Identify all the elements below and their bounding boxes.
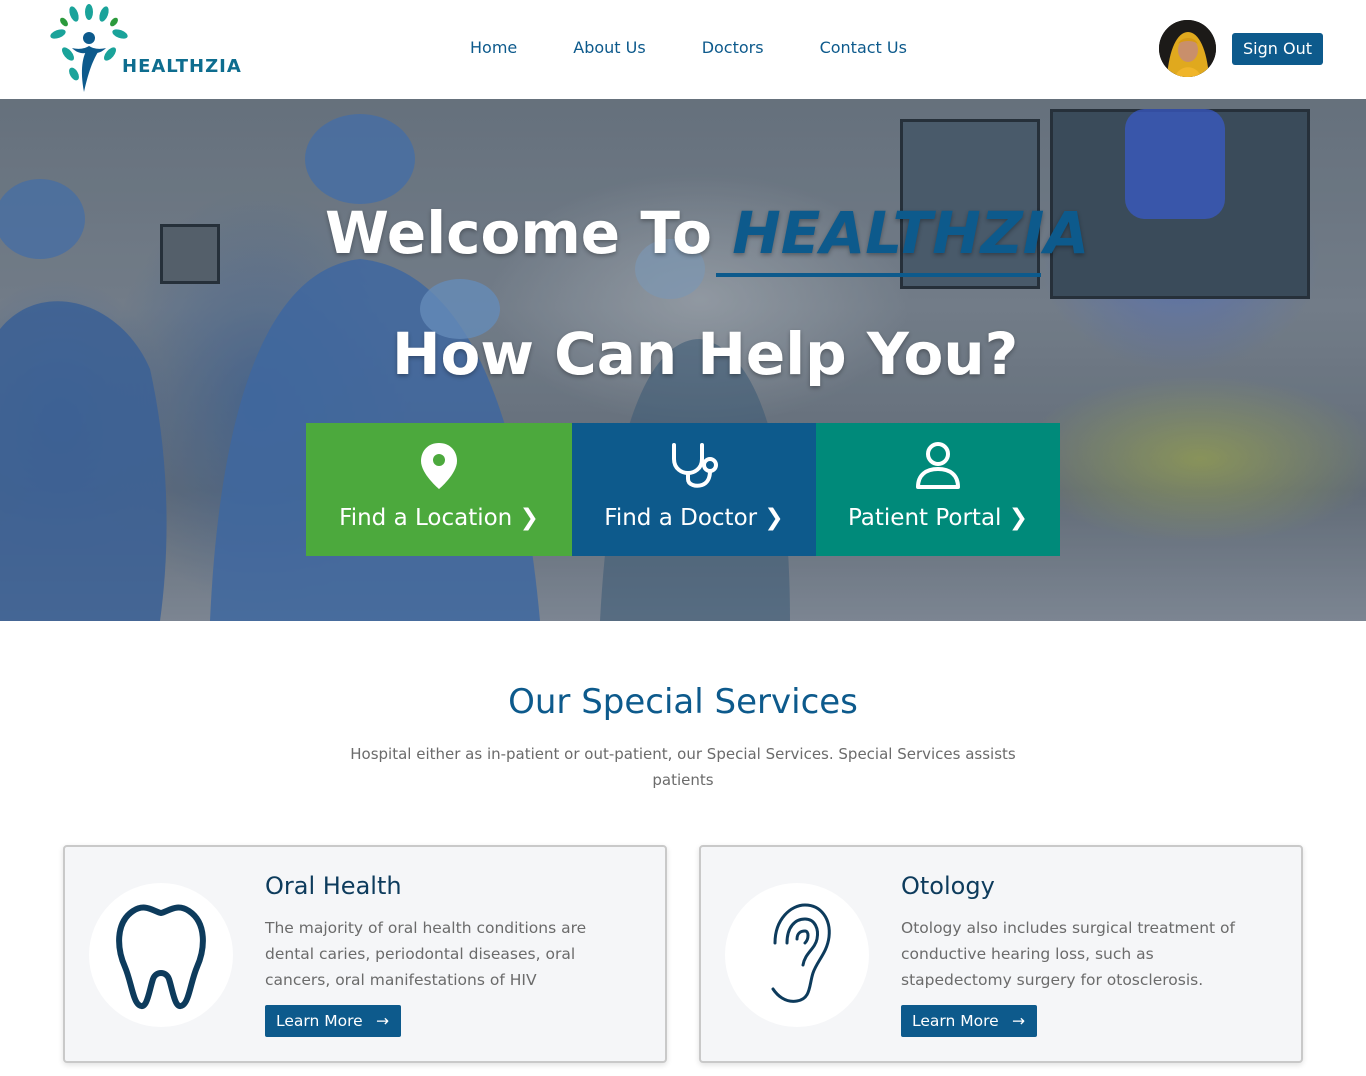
hero-welcome-prefix: Welcome To: [325, 199, 733, 267]
service-description: The majority of oral health conditions a…: [265, 919, 587, 989]
hero-brand-name: HEALTHZIA: [732, 199, 1090, 267]
learn-more-label: Learn More: [912, 1012, 999, 1030]
chevron-right-icon: ❯: [1008, 505, 1029, 531]
arrow-right-icon: →: [376, 1012, 389, 1030]
logo-text: HEALTHZIA: [122, 56, 242, 77]
service-card-oral-health: Oral Health The majority of oral health …: [63, 845, 667, 1063]
sign-out-button[interactable]: Sign Out: [1232, 33, 1323, 65]
service-description: Otology also includes surgical treatment…: [901, 919, 1235, 989]
healthzia-logo[interactable]: HEALTHZIA: [44, 4, 244, 96]
services-heading: Our Special Services: [508, 682, 858, 722]
learn-more-button[interactable]: Learn More →: [265, 1005, 401, 1037]
nav-home[interactable]: Home: [470, 38, 517, 58]
service-icon-circle: [89, 883, 233, 1027]
patient-portal-label: Patient Portal: [847, 505, 1002, 531]
user-icon: [916, 442, 960, 489]
find-location-tile[interactable]: Find a Location ❯: [306, 423, 572, 556]
nav-doctors[interactable]: Doctors: [702, 38, 764, 58]
hero-question-heading: How Can Help You?: [392, 320, 1019, 388]
patient-portal-tile[interactable]: Patient Portal ❯: [816, 423, 1060, 556]
tree-logo-icon: [50, 4, 128, 92]
service-card-otology: Otology Otology also includes surgical t…: [699, 845, 1303, 1063]
hero-banner: Welcome To HEALTHZIA How Can Help You? F…: [0, 99, 1366, 621]
nav-contact-us[interactable]: Contact Us: [820, 38, 907, 58]
hero-brand-underline: [716, 273, 1041, 277]
ear-icon: [771, 903, 831, 1003]
service-title: Oral Health: [265, 872, 402, 900]
hero-welcome-heading: Welcome To HEALTHZIA: [325, 199, 1089, 267]
service-title: Otology: [901, 872, 995, 900]
stethoscope-icon: [672, 443, 718, 488]
chevron-right-icon: ❯: [764, 505, 784, 531]
nav-about-us[interactable]: About Us: [573, 38, 645, 58]
chevron-right-icon: ❯: [519, 505, 539, 531]
find-doctor-tile[interactable]: Find a Doctor ❯: [572, 423, 816, 556]
service-icon-circle: [725, 883, 869, 1027]
arrow-right-icon: →: [1012, 1012, 1025, 1030]
main-nav: Home About Us Doctors Contact Us: [470, 38, 963, 58]
site-header: HEALTHZIA Home About Us Doctors Contact …: [0, 0, 1366, 99]
find-location-label: Find a Location: [339, 505, 513, 531]
user-avatar[interactable]: [1159, 20, 1216, 77]
find-doctor-label: Find a Doctor: [604, 505, 758, 531]
services-subtitle: Hospital either as in-patient or out-pat…: [350, 745, 1016, 789]
tooth-icon: [116, 904, 206, 1010]
learn-more-button[interactable]: Learn More →: [901, 1005, 1037, 1037]
learn-more-label: Learn More: [276, 1012, 363, 1030]
avatar-portrait-icon: [1159, 20, 1216, 77]
location-pin-icon: [421, 443, 457, 489]
